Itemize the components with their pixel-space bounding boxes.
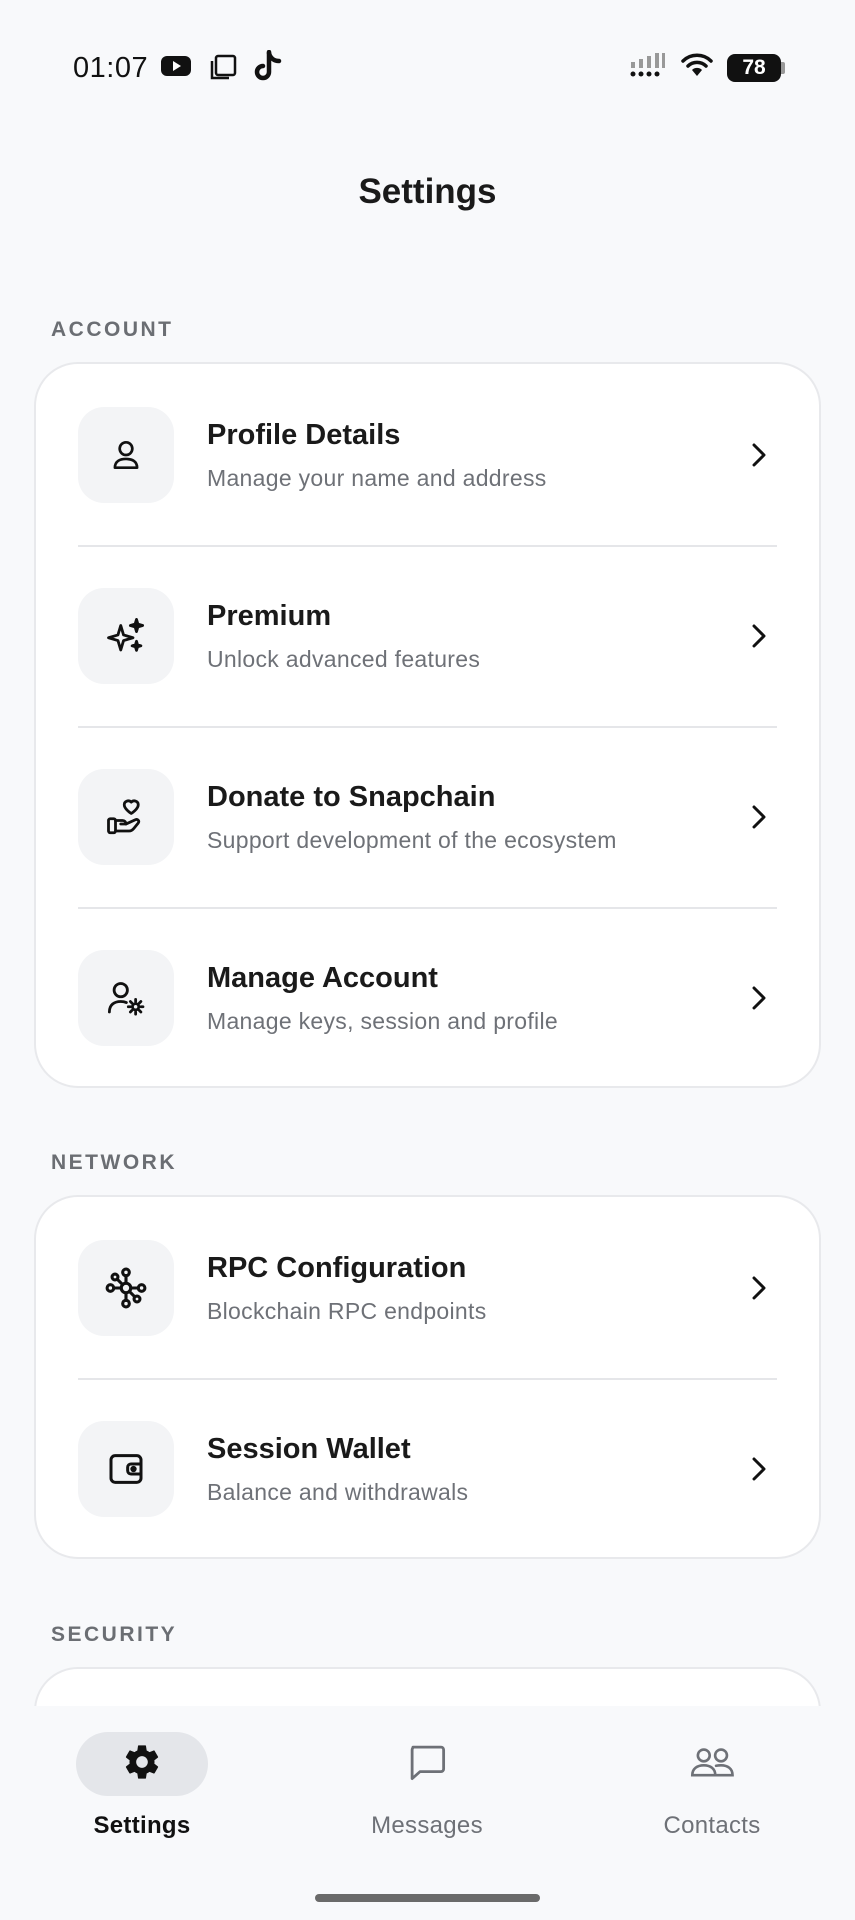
row-subtitle: Manage your name and address (207, 464, 547, 491)
network-card: RPC Configuration Blockchain RPC endpoin… (34, 1195, 821, 1559)
signal-icon (629, 52, 667, 83)
section-label-security: SECURITY (51, 1623, 178, 1646)
nav-label: Settings (93, 1812, 191, 1839)
row-title: Donate to Snapchain (207, 780, 496, 813)
nav-label: Contacts (663, 1812, 761, 1839)
page-title: Settings (358, 172, 497, 211)
row-title: Session Wallet (207, 1432, 411, 1465)
row-subtitle: Balance and withdrawals (207, 1478, 469, 1505)
user-icon (78, 406, 174, 503)
row-title: Premium (207, 599, 332, 632)
nav-label: Messages (371, 1812, 483, 1839)
status-bar: 01:07 78 (0, 0, 855, 140)
chevron-right-icon (745, 622, 773, 650)
nav-tab-settings[interactable]: Settings (42, 1732, 242, 1840)
settings-row-donate[interactable]: Donate to Snapchain Support development … (36, 726, 819, 907)
nav-active-indicator (76, 1732, 208, 1796)
contacts-icon (689, 1742, 735, 1787)
row-title: RPC Configuration (207, 1251, 467, 1284)
row-subtitle: Support development of the ecosystem (207, 826, 617, 853)
network-icon (78, 1239, 174, 1336)
screen-icon (209, 54, 237, 85)
row-subtitle: Manage keys, session and profile (207, 1007, 558, 1034)
row-title: Manage Account (207, 961, 438, 994)
battery-icon: 78 (727, 53, 785, 82)
account-card: Profile Details Manage your name and add… (34, 362, 821, 1088)
settings-row-session-wallet[interactable]: Session Wallet Balance and withdrawals (36, 1378, 819, 1557)
status-time: 01:07 (73, 52, 149, 84)
sparkles-icon (78, 587, 174, 684)
nav-tab-contacts[interactable]: Contacts (612, 1732, 812, 1840)
row-subtitle: Blockchain RPC endpoints (207, 1297, 487, 1324)
battery-level: 78 (727, 53, 781, 82)
user-gear-icon (78, 949, 174, 1046)
chevron-right-icon (745, 1274, 773, 1302)
tiktok-icon (254, 49, 282, 87)
status-right-group: 78 (629, 52, 785, 83)
settings-row-manage-account[interactable]: Manage Account Manage keys, session and … (36, 907, 819, 1086)
gear-icon (122, 1742, 162, 1787)
chevron-right-icon (745, 803, 773, 831)
section-label-account: ACCOUNT (51, 318, 174, 341)
hand-heart-icon (78, 768, 174, 865)
row-subtitle: Unlock advanced features (207, 645, 481, 672)
wallet-icon (78, 1420, 174, 1517)
section-label-network: NETWORK (51, 1151, 177, 1174)
settings-row-rpc-configuration[interactable]: RPC Configuration Blockchain RPC endpoin… (36, 1197, 819, 1378)
bottom-navigation: Settings Messages Contacts (0, 1706, 855, 1920)
chevron-right-icon (745, 441, 773, 469)
settings-row-profile-details[interactable]: Profile Details Manage your name and add… (36, 364, 819, 545)
row-title: Profile Details (207, 418, 401, 451)
youtube-icon (160, 54, 192, 83)
wifi-icon (681, 52, 713, 83)
nav-tab-messages[interactable]: Messages (327, 1732, 527, 1840)
chevron-right-icon (745, 1455, 773, 1483)
chevron-right-icon (745, 984, 773, 1012)
home-indicator[interactable] (315, 1894, 540, 1902)
settings-row-premium[interactable]: Premium Unlock advanced features (36, 545, 819, 726)
settings-screen: 01:07 78 Settings ACCOUNT Profile Detail… (0, 0, 855, 1920)
message-icon (406, 1741, 448, 1788)
